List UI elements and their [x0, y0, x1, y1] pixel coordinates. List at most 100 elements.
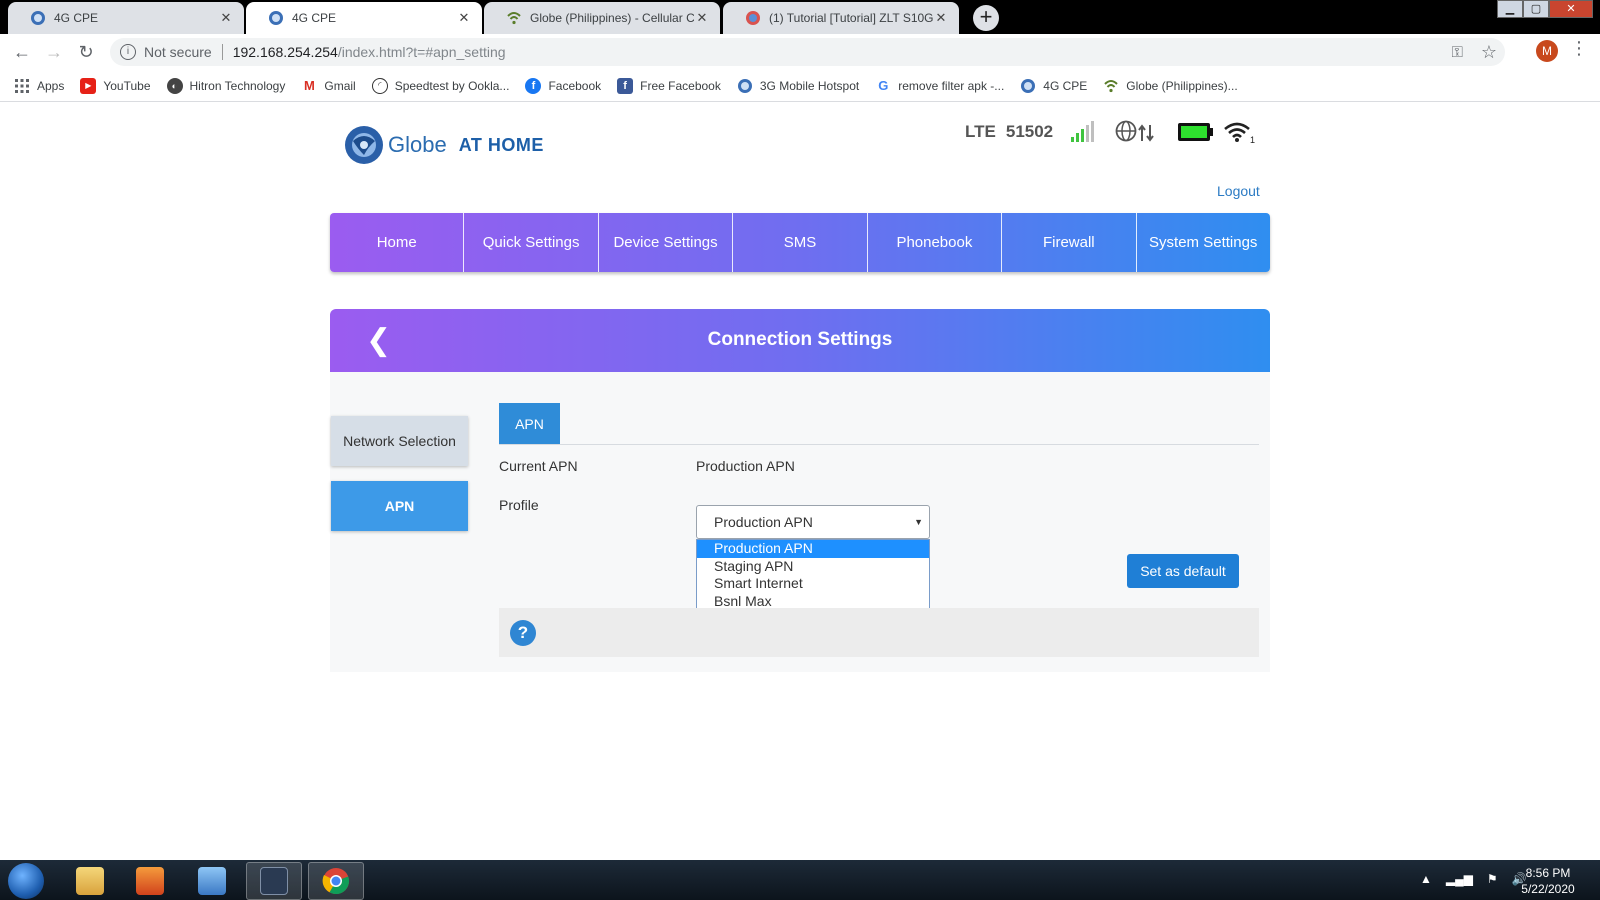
- close-tab-icon[interactable]: ✕: [456, 10, 472, 26]
- taskbar-chrome[interactable]: [308, 862, 364, 900]
- profile-selected-value: Production APN: [714, 514, 813, 530]
- bookmark-label: Facebook: [548, 78, 602, 93]
- hitron-icon: ◐: [166, 77, 183, 94]
- wifi-favicon-icon: [507, 12, 521, 25]
- browser-tab[interactable]: (1) Tutorial [Tutorial] ZLT S10G A ✕: [723, 2, 959, 34]
- bookmark-globe-ph[interactable]: Globe (Philippines)...: [1103, 78, 1238, 94]
- nav-quick-settings[interactable]: Quick Settings: [464, 213, 599, 272]
- more-menu-icon[interactable]: ⋮: [1570, 38, 1588, 59]
- tab-title: (1) Tutorial [Tutorial] ZLT S10G A: [769, 11, 933, 25]
- status-bar: LTE 51502 1: [965, 119, 1255, 145]
- brand-subtitle: AT HOME: [458, 134, 544, 155]
- brand-name: Globe: [388, 132, 447, 157]
- app-window-icon: [198, 867, 226, 895]
- browser-tab[interactable]: 4G CPE ✕: [8, 2, 244, 34]
- bookmark-label: Globe (Philippines)...: [1126, 78, 1238, 93]
- profile-avatar[interactable]: M: [1536, 40, 1558, 62]
- google-icon: G: [878, 78, 889, 93]
- star-icon[interactable]: ☆: [1481, 42, 1497, 63]
- bookmark-label: Hitron Technology: [189, 78, 286, 93]
- taskbar-app[interactable]: [184, 862, 240, 900]
- tab-divider: [499, 444, 1259, 445]
- network-icon[interactable]: ▂▄▆: [1446, 872, 1473, 886]
- bookmark-remove-filter[interactable]: G remove filter apk -...: [875, 78, 1004, 94]
- profile-option[interactable]: Smart Internet: [697, 575, 929, 593]
- globe-favicon-icon: [1020, 78, 1036, 94]
- set-as-default-button[interactable]: Set as default: [1127, 554, 1239, 588]
- forward-arrow-icon[interactable]: →: [42, 40, 66, 64]
- nox-icon: [260, 867, 288, 895]
- panel-header: ❮ Connection Settings: [330, 309, 1270, 372]
- bookmark-apps[interactable]: Apps: [14, 78, 64, 94]
- action-center-flag-icon[interactable]: ⚑: [1487, 872, 1498, 886]
- svg-text:1: 1: [1250, 135, 1255, 144]
- url-host: 192.168.254.254: [232, 44, 338, 60]
- info-icon[interactable]: i: [120, 44, 136, 60]
- profile-dropdown-list: Production APN Staging APN Smart Interne…: [696, 539, 930, 616]
- browser-tab-strip: 4G CPE ✕ 4G CPE ✕ Globe (Philippines) - …: [0, 0, 1600, 34]
- signal-strength-icon: [1071, 121, 1095, 142]
- back-arrow-icon[interactable]: ←: [10, 40, 34, 64]
- chrome-icon: [322, 868, 350, 895]
- tab-apn[interactable]: APN: [499, 403, 560, 445]
- clock-date: 5/22/2020: [1521, 882, 1575, 896]
- reload-icon[interactable]: ↻: [74, 40, 98, 64]
- bookmark-gmail[interactable]: M Gmail: [301, 78, 356, 94]
- apps-grid-icon: [14, 78, 30, 94]
- profile-option[interactable]: Staging APN: [697, 558, 929, 576]
- taskbar-media-player[interactable]: [122, 862, 178, 900]
- browser-tab-active[interactable]: 4G CPE ✕: [246, 2, 482, 34]
- bookmark-label: Speedtest by Ookla...: [394, 78, 510, 93]
- nav-device-settings[interactable]: Device Settings: [599, 213, 734, 272]
- help-box: ?: [499, 608, 1259, 657]
- nav-system-settings[interactable]: System Settings: [1137, 213, 1270, 272]
- bookmark-hitron[interactable]: ◐ Hitron Technology: [166, 77, 286, 94]
- key-icon[interactable]: ⚿: [1451, 44, 1462, 61]
- close-tab-icon[interactable]: ✕: [218, 10, 234, 26]
- url-path: /index.html?t=#apn_setting: [337, 44, 506, 60]
- bookmark-speedtest[interactable]: ◜ Speedtest by Ookla...: [371, 77, 510, 94]
- profile-option[interactable]: Production APN: [697, 540, 929, 558]
- side-menu-network-selection[interactable]: Network Selection: [331, 416, 468, 466]
- clock-time: 8:56 PM: [1525, 866, 1571, 880]
- profile-select[interactable]: Production APN ▼: [696, 505, 930, 539]
- bookmark-3g-hotspot[interactable]: 3G Mobile Hotspot: [737, 78, 859, 94]
- start-button[interactable]: [8, 863, 44, 899]
- maximize-window-button[interactable]: ▢: [1523, 0, 1549, 18]
- tab-title: Globe (Philippines) - Cellular Co: [530, 11, 694, 25]
- battery-icon: [1178, 123, 1214, 141]
- browser-tab[interactable]: Globe (Philippines) - Cellular Co ✕: [484, 2, 720, 34]
- bookmark-label: Gmail: [324, 78, 356, 93]
- address-bar[interactable]: i Not secure 192.168.254.254 /index.html…: [110, 38, 1505, 66]
- close-tab-icon[interactable]: ✕: [694, 10, 710, 26]
- bookmark-label: Apps: [37, 78, 65, 93]
- logout-link[interactable]: Logout: [1217, 183, 1260, 199]
- current-apn-label: Current APN: [499, 458, 578, 474]
- globe-favicon-icon: [31, 11, 45, 25]
- nav-firewall[interactable]: Firewall: [1002, 213, 1137, 272]
- taskbar-nox[interactable]: [246, 862, 302, 900]
- profile-label: Profile: [499, 497, 539, 513]
- tray-expand-icon[interactable]: ▲: [1420, 872, 1432, 886]
- new-tab-button[interactable]: +: [973, 5, 999, 31]
- nav-home[interactable]: Home: [330, 213, 465, 272]
- dropdown-arrow-icon: ▼: [914, 517, 923, 527]
- close-tab-icon[interactable]: ✕: [933, 10, 949, 26]
- side-menu-apn[interactable]: APN: [331, 481, 468, 531]
- taskbar-explorer[interactable]: [62, 862, 118, 900]
- page-title: Connection Settings: [707, 329, 893, 350]
- bookmark-facebook[interactable]: f Facebook: [525, 77, 602, 94]
- nav-sms[interactable]: SMS: [733, 213, 868, 272]
- wifi-icon: 1: [1224, 122, 1255, 144]
- security-label: Not secure: [144, 44, 223, 60]
- media-player-icon: [136, 867, 164, 895]
- bookmark-4g-cpe[interactable]: 4G CPE: [1020, 78, 1087, 94]
- taskbar-clock[interactable]: 8:56 PM 5/22/2020: [1508, 865, 1588, 897]
- bookmark-free-facebook[interactable]: f Free Facebook: [617, 77, 721, 94]
- bookmark-label: YouTube: [103, 78, 151, 93]
- minimize-window-button[interactable]: ▁: [1497, 0, 1523, 18]
- bookmark-youtube[interactable]: ▶ YouTube: [80, 77, 151, 94]
- close-window-button[interactable]: ✕: [1549, 0, 1593, 18]
- nav-phonebook[interactable]: Phonebook: [868, 213, 1003, 272]
- help-icon[interactable]: ?: [510, 620, 536, 646]
